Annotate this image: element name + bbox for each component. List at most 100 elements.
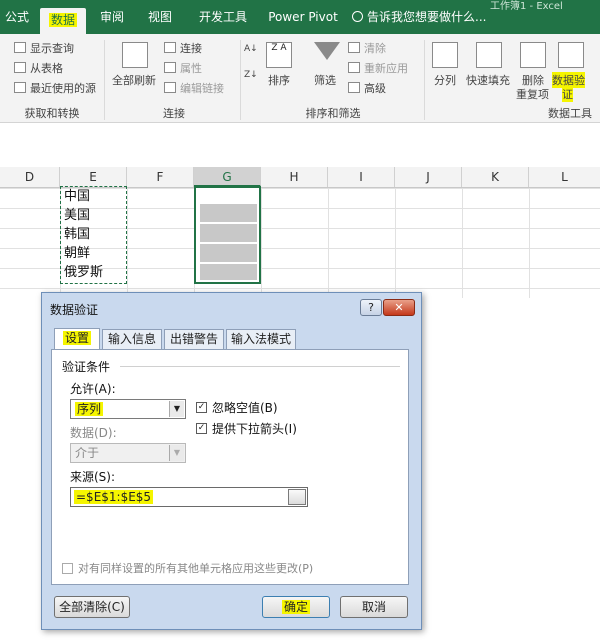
reapply-icon bbox=[348, 62, 360, 73]
apply-all-label: 对有同样设置的所有其他单元格应用这些更改(P) bbox=[78, 562, 314, 575]
window-title: 工作簿1 - Excel bbox=[490, 1, 563, 12]
section-divider bbox=[120, 366, 400, 367]
flash-fill-icon bbox=[476, 42, 502, 68]
selected-cell-fill bbox=[200, 224, 257, 242]
text-to-columns-icon bbox=[432, 42, 458, 68]
column-header-d[interactable]: D bbox=[0, 167, 60, 187]
source-value: =$E$1:$E$5 bbox=[74, 490, 154, 504]
tab-error-alert[interactable]: 出错警告 bbox=[164, 329, 224, 350]
grid-line bbox=[529, 188, 530, 298]
properties-button[interactable]: 属性 bbox=[180, 60, 202, 76]
refresh-all-icon bbox=[122, 42, 148, 68]
clear-button[interactable]: 清除 bbox=[364, 40, 386, 56]
settings-panel: 验证条件 允许(A): 序列 ▼ ✓ 忽略空值(B) ✓ 提供下拉箭头(I) 数… bbox=[51, 349, 409, 585]
tab-input-message[interactable]: 输入信息 bbox=[102, 329, 162, 350]
allow-select[interactable]: 序列 ▼ bbox=[70, 399, 186, 419]
source-label: 来源(S): bbox=[70, 470, 116, 484]
tab-formulas[interactable]: 公式 bbox=[0, 0, 34, 34]
column-header-h[interactable]: H bbox=[261, 167, 328, 187]
tab-data[interactable]: 数据 bbox=[40, 8, 86, 34]
reapply-button[interactable]: 重新应用 bbox=[364, 60, 408, 76]
column-header-j[interactable]: J bbox=[395, 167, 462, 187]
data-value: 介于 bbox=[75, 446, 100, 460]
connections-icon bbox=[164, 42, 176, 53]
ribbon-separator bbox=[104, 40, 105, 120]
ignore-blank-label: 忽略空值(B) bbox=[212, 401, 278, 415]
column-header-f[interactable]: F bbox=[127, 167, 194, 187]
remove-duplicates-icon bbox=[520, 42, 546, 68]
group-data-tools: 数据工具 bbox=[548, 107, 592, 120]
in-cell-dropdown-checkbox[interactable]: ✓ bbox=[196, 423, 207, 434]
tab-ime-mode[interactable]: 输入法模式 bbox=[226, 329, 296, 350]
filter-icon bbox=[314, 42, 340, 60]
column-header-k[interactable]: K bbox=[462, 167, 529, 187]
grid-line bbox=[127, 188, 128, 298]
column-header-e[interactable]: E bbox=[60, 167, 127, 187]
apply-all-checkbox[interactable] bbox=[62, 563, 73, 574]
selected-range-g1-g5[interactable] bbox=[194, 186, 261, 284]
column-header-g[interactable]: G bbox=[194, 167, 261, 187]
tab-power-pivot[interactable]: Power Pivot bbox=[266, 0, 340, 34]
data-select[interactable]: 介于 ▼ bbox=[70, 443, 186, 463]
column-header-i[interactable]: I bbox=[328, 167, 395, 187]
edit-links-icon bbox=[164, 82, 176, 93]
formula-bar-area bbox=[0, 123, 600, 168]
tell-me-box[interactable]: 告诉我您想要做什么... bbox=[352, 0, 486, 34]
tab-data-label: 数据 bbox=[48, 13, 77, 27]
tab-developer[interactable]: 开发工具 bbox=[190, 0, 256, 34]
filter-button[interactable]: 筛选 bbox=[314, 72, 336, 88]
allow-value: 序列 bbox=[75, 402, 104, 416]
ribbon-tab-bar: 公式 数据 审阅 视图 开发工具 Power Pivot 告诉我您想要做什么..… bbox=[0, 0, 600, 34]
copy-marquee-e1-e5 bbox=[60, 186, 127, 284]
allow-label: 允许(A): bbox=[70, 382, 116, 396]
sort-icon: Z A bbox=[266, 42, 292, 68]
refresh-all-button[interactable]: 全部刷新 bbox=[112, 72, 156, 88]
ribbon-body: 显示查询 从表格 最近使用的源 获取和转换 全部刷新 连接 属性 编辑链接 连接… bbox=[0, 34, 600, 123]
sort-za-icon[interactable]: Z↓ bbox=[244, 70, 258, 80]
ribbon-separator bbox=[424, 40, 425, 120]
tell-me-text: 告诉我您想要做什么... bbox=[367, 10, 487, 24]
range-select-icon[interactable] bbox=[288, 489, 306, 505]
ribbon-separator bbox=[240, 40, 241, 120]
show-queries-button[interactable]: 显示查询 bbox=[30, 40, 74, 56]
ok-button[interactable]: 确定 bbox=[262, 596, 330, 618]
properties-icon bbox=[164, 62, 176, 73]
cancel-button[interactable]: 取消 bbox=[340, 596, 408, 618]
data-validation-button-line2: 证 bbox=[562, 86, 573, 102]
source-input[interactable]: =$E$1:$E$5 bbox=[70, 487, 308, 507]
flash-fill-button[interactable]: 快速填充 bbox=[466, 72, 510, 88]
data-label: 数据(D): bbox=[70, 426, 117, 440]
data-validation-icon bbox=[558, 42, 584, 68]
tab-settings[interactable]: 设置 bbox=[54, 328, 100, 350]
show-queries-icon bbox=[14, 42, 26, 53]
group-connections: 连接 bbox=[163, 107, 185, 120]
grid-line bbox=[261, 188, 262, 298]
selected-cell-fill bbox=[200, 264, 257, 280]
ignore-blank-checkbox[interactable]: ✓ bbox=[196, 402, 207, 413]
tab-view[interactable]: 视图 bbox=[140, 0, 180, 34]
from-table-button[interactable]: 从表格 bbox=[30, 60, 63, 76]
edit-links-button[interactable]: 编辑链接 bbox=[180, 80, 224, 96]
tab-review[interactable]: 审阅 bbox=[92, 0, 132, 34]
section-validation-criteria: 验证条件 bbox=[62, 360, 111, 374]
advanced-button[interactable]: 高级 bbox=[364, 80, 386, 96]
column-header-row: D E F G H I J K L bbox=[0, 167, 600, 188]
column-header-l[interactable]: L bbox=[529, 167, 600, 187]
selected-cell-fill bbox=[200, 204, 257, 222]
recent-sources-icon bbox=[14, 82, 26, 93]
chevron-down-icon: ▼ bbox=[169, 445, 184, 461]
close-button[interactable]: ✕ bbox=[383, 299, 415, 316]
connections-button[interactable]: 连接 bbox=[180, 40, 202, 56]
lightbulb-icon bbox=[352, 11, 363, 22]
recent-sources-button[interactable]: 最近使用的源 bbox=[30, 80, 96, 96]
text-to-columns-button[interactable]: 分列 bbox=[434, 72, 456, 88]
sort-az-icon[interactable]: A↓ bbox=[244, 44, 258, 54]
sort-button[interactable]: 排序 bbox=[268, 72, 290, 88]
remove-duplicates-button-line2: 重复项 bbox=[516, 88, 549, 101]
grid-line bbox=[395, 188, 396, 298]
ok-label: 确定 bbox=[281, 600, 310, 614]
help-button[interactable]: ? bbox=[360, 299, 382, 316]
clear-all-button[interactable]: 全部清除(C) bbox=[54, 596, 130, 618]
advanced-filter-icon bbox=[348, 82, 360, 93]
tab-settings-label: 设置 bbox=[62, 331, 91, 345]
